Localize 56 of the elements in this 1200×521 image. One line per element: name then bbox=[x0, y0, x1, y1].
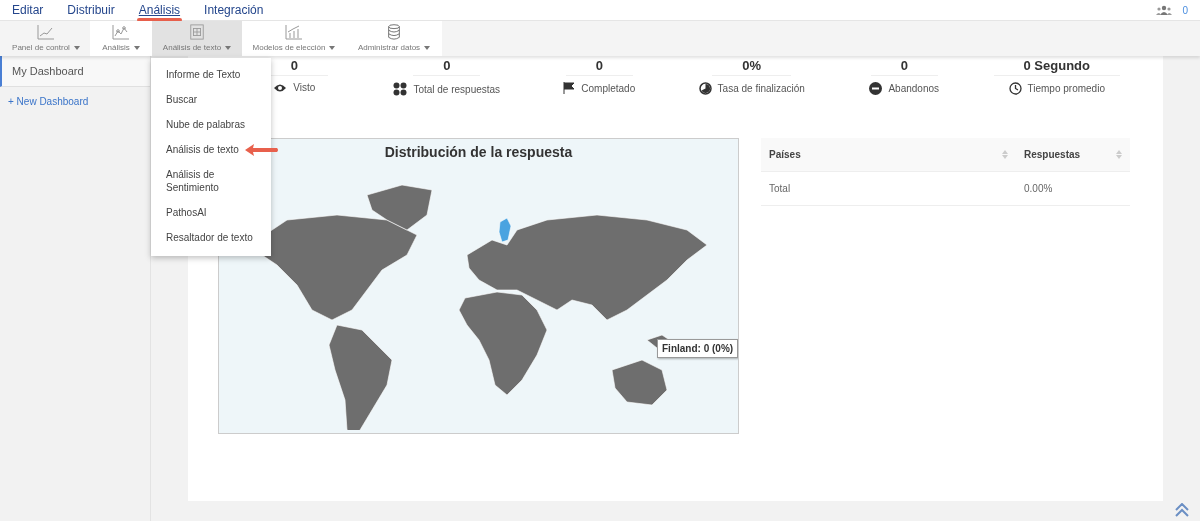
dropdown-item[interactable]: Nube de palabras bbox=[166, 112, 245, 137]
column-header[interactable]: Países bbox=[761, 138, 1016, 171]
stat-label: Abandonos bbox=[888, 83, 940, 94]
user-count: 0 bbox=[1182, 4, 1188, 16]
stat-value: 0 bbox=[413, 58, 481, 76]
minus-circle-icon bbox=[869, 82, 883, 95]
toolbar-tab[interactable]: Panel de control bbox=[2, 21, 90, 56]
dropdown-item[interactable]: Análisis de Sentimiento bbox=[166, 162, 258, 200]
column-header[interactable]: Respuestas bbox=[1016, 138, 1130, 171]
stat-label: Visto bbox=[293, 82, 316, 93]
map-tooltip: Finland: 0 (0%) bbox=[657, 339, 738, 358]
dropdown-item[interactable]: Resaltador de texto bbox=[166, 225, 253, 250]
line-chart-icon bbox=[37, 24, 55, 40]
toolbar-tab[interactable]: Administrar datos bbox=[346, 21, 442, 56]
map-title: Distribución de la respuesta bbox=[384, 144, 573, 160]
dropdown-item[interactable]: Informe de Texto bbox=[166, 62, 241, 87]
database-icon bbox=[387, 24, 401, 40]
sidebar-item[interactable]: My Dashboard bbox=[0, 56, 150, 87]
users-icon[interactable] bbox=[1156, 5, 1173, 15]
stat-value: 0 Segundo bbox=[993, 58, 1120, 76]
menu-item[interactable]: Editar bbox=[12, 3, 44, 17]
pie-icon bbox=[698, 82, 712, 95]
toolbar-tab[interactable]: Modelos de elección bbox=[242, 21, 346, 56]
sort-icon bbox=[1002, 150, 1008, 159]
stat-value: 0 bbox=[565, 58, 633, 76]
stat-value: 0 bbox=[870, 58, 938, 76]
bar-chart-icon bbox=[285, 24, 303, 40]
stat-label: Completado bbox=[581, 82, 636, 94]
menu-item[interactable]: Distribuir bbox=[67, 3, 115, 17]
scroll-top-icon[interactable] bbox=[1174, 503, 1190, 517]
dropdown-item[interactable]: PathosAI bbox=[166, 200, 207, 225]
toolbar-tab[interactable]: Análisis bbox=[90, 21, 152, 56]
toolbar-tab[interactable]: Análisis de texto bbox=[152, 21, 242, 56]
new-dashboard-link[interactable]: + New Dashboard bbox=[0, 87, 150, 116]
document-icon bbox=[189, 24, 205, 40]
stat-label: Tasa de finalización bbox=[717, 83, 805, 94]
dropdown-item[interactable]: Buscar bbox=[166, 87, 198, 112]
caret-icon bbox=[73, 45, 80, 50]
stat-value: 0% bbox=[712, 58, 792, 76]
scatter-chart-icon bbox=[112, 24, 130, 40]
caret-icon bbox=[424, 45, 431, 50]
caret-icon bbox=[133, 45, 140, 50]
caret-icon bbox=[225, 45, 232, 50]
dropdown-item[interactable]: Análisis de texto bbox=[166, 137, 239, 162]
menu-item[interactable]: Análisis bbox=[138, 3, 181, 17]
menu-item[interactable]: Integración bbox=[204, 3, 264, 17]
table-cell-text: 0.00% bbox=[1023, 183, 1054, 194]
sort-icon bbox=[1116, 150, 1122, 159]
table-cell-text: Total bbox=[768, 183, 792, 194]
grid-dots-icon bbox=[393, 82, 408, 96]
clock-icon bbox=[1008, 82, 1022, 95]
stat-label: Total de respuestas bbox=[413, 83, 501, 95]
stat-label: Tiempo promedio bbox=[1027, 83, 1105, 94]
eye-icon bbox=[273, 82, 288, 93]
caret-icon bbox=[329, 45, 336, 50]
flag-icon bbox=[563, 82, 576, 94]
